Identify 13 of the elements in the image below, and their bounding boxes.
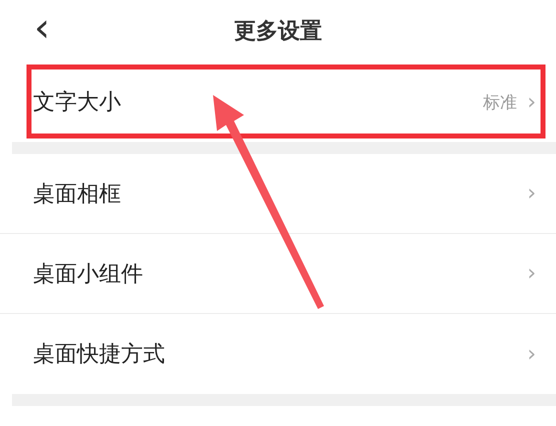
chevron-icon: › [527, 261, 536, 286]
chevron-icon: › [527, 90, 536, 114]
row-value: 标准 [483, 92, 518, 114]
settings-row[interactable]: 文字大小 标准 › [0, 62, 556, 142]
chevron-icon: › [527, 342, 536, 366]
row-label: 桌面相框 [33, 180, 121, 208]
settings-row[interactable]: 桌面快捷方式 › [0, 314, 556, 394]
row-label: 桌面快捷方式 [33, 341, 165, 369]
back-button[interactable]: ‹ [30, 8, 54, 48]
row-label: 桌面小组件 [33, 260, 143, 288]
chevron-icon: › [527, 181, 536, 206]
row-label: 文字大小 [33, 89, 121, 117]
page-title: 更多设置 [234, 18, 322, 46]
